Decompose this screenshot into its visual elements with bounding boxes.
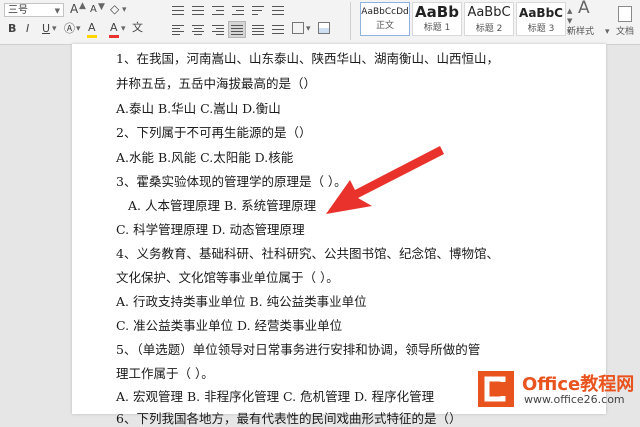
- office26-watermark: Office教程网 www.office26.com: [470, 367, 640, 414]
- office-o-icon: [484, 376, 508, 402]
- office-logo-icon: [478, 371, 514, 407]
- arrow-shape: [326, 146, 444, 214]
- watermark-url: www.office26.com: [524, 393, 625, 406]
- red-arrow-icon: [326, 146, 444, 214]
